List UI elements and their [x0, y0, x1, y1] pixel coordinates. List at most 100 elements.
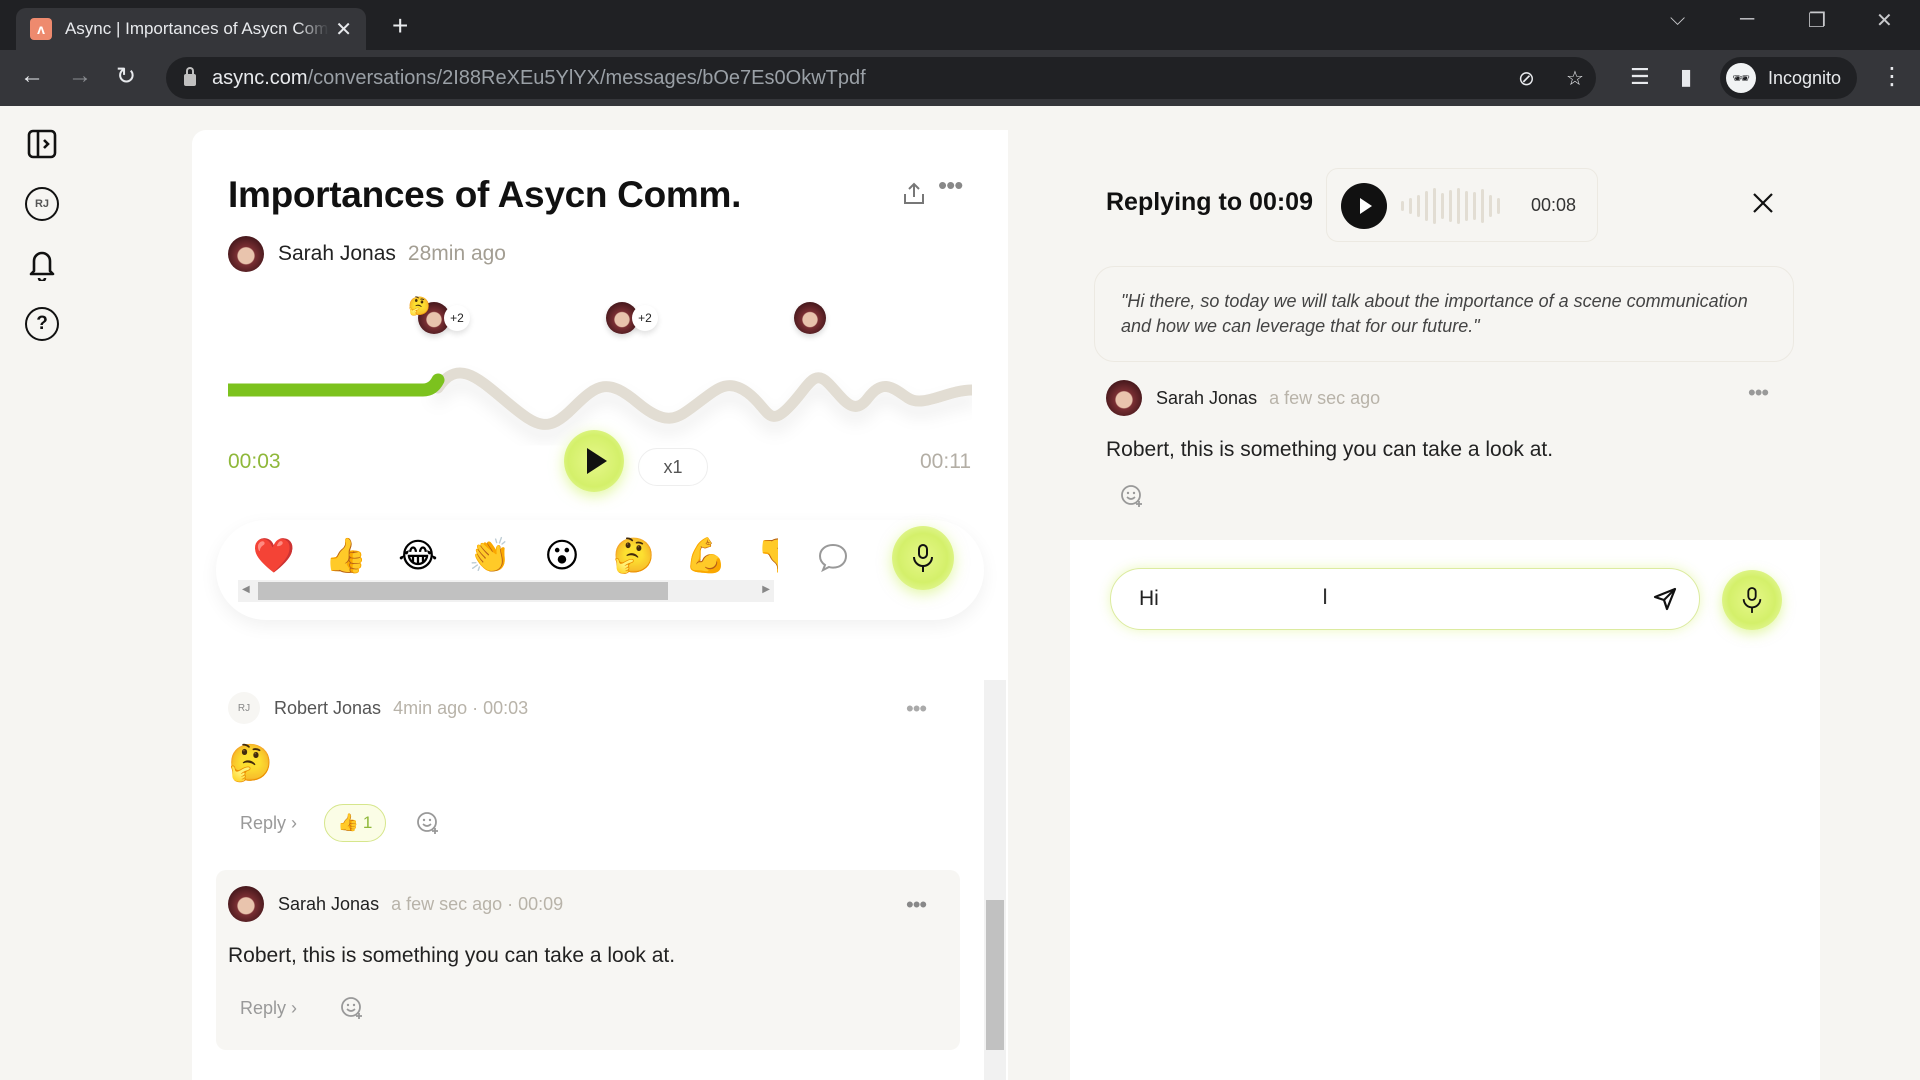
waveform-progress [228, 373, 445, 397]
flexed-arm-emoji-button[interactable]: 💪 [670, 532, 742, 580]
scrollbar-thumb[interactable] [258, 582, 668, 600]
waveform-bar [1465, 191, 1468, 221]
marker-avatar [794, 302, 826, 334]
sidebar-help-button[interactable]: ? [24, 306, 60, 342]
comment-text: Robert, this is something you can take a… [1106, 438, 1554, 461]
microphone-icon [1742, 587, 1762, 613]
new-tab-button[interactable]: + [392, 10, 408, 42]
clip-play-button[interactable] [1341, 183, 1387, 229]
url-host: async.com [212, 66, 308, 89]
close-window-icon[interactable]: ✕ [1876, 8, 1893, 33]
laughing-emoji-button[interactable]: 😂 [382, 532, 454, 580]
back-icon[interactable]: ← [20, 62, 44, 90]
total-time: 00:11 [920, 450, 971, 473]
thumbs-up-emoji-button[interactable]: 👍 [310, 532, 382, 580]
emoji-strip: ❤️ 👍 😂 👏 😮 🤔 💪 👎 [238, 532, 778, 580]
conversation-more-icon[interactable]: ••• [938, 172, 963, 198]
comment-author: Robert Jonas [274, 697, 382, 718]
media-icon[interactable]: ☰ [1630, 64, 1650, 90]
minimize-icon[interactable]: ─ [1740, 8, 1754, 31]
message-input[interactable] [1139, 587, 1651, 611]
compose-area: I [1070, 540, 1820, 1080]
restore-icon[interactable]: ❐ [1808, 8, 1826, 33]
send-icon[interactable] [1651, 585, 1679, 613]
comment-icon[interactable] [816, 540, 850, 574]
comment-more-icon[interactable]: ••• [906, 894, 927, 916]
waveform-remaining [432, 367, 972, 430]
reply-title: Replying to 00:09 [1106, 188, 1313, 216]
waveform-bar [1433, 188, 1436, 224]
emoji-horizontal-scrollbar[interactable]: ◀ ▶ [238, 580, 774, 602]
comment-thread: RJ Robert Jonas 4min ago · 00:03 ••• 🤔 R… [192, 670, 972, 1080]
sidebar-notifications-button[interactable] [24, 246, 60, 282]
add-reaction-icon[interactable] [416, 811, 440, 835]
thumbs-up-icon: 👍 [337, 813, 359, 832]
comment-emoji: 🤔 [228, 742, 273, 783]
thinking-emoji-button[interactable]: 🤔 [598, 532, 670, 580]
browser-tab-active[interactable]: ʌ Async | Importances of Asycn Comm. ✕ [16, 8, 366, 50]
profile-avatar: RJ [25, 187, 59, 221]
scroll-left-icon[interactable]: ◀ [242, 584, 250, 595]
comment-more-icon[interactable]: ••• [906, 698, 927, 720]
timeline-marker[interactable]: +2 [606, 302, 658, 334]
help-icon: ? [25, 307, 59, 341]
play-button[interactable] [564, 430, 624, 492]
clip-player: 00:08 [1326, 168, 1598, 242]
incognito-badge[interactable]: 🕶 Incognito [1720, 57, 1858, 99]
comment-author: Sarah Jonas [278, 893, 380, 914]
comment-header: RJ Robert Jonas 4min ago · 00:03 [228, 692, 528, 724]
waveform-bar [1489, 195, 1492, 217]
record-reply-button[interactable] [1722, 570, 1782, 630]
transcript-quote: "Hi there, so today we will talk about t… [1094, 266, 1794, 362]
conversation-author: Sarah Jonas 28min ago [228, 236, 506, 272]
message-input-container[interactable] [1110, 568, 1700, 630]
reply-button[interactable]: Reply › [240, 998, 297, 1019]
comment-author: Sarah Jonas [1156, 387, 1258, 408]
browser-menu-icon[interactable]: ⋮ [1880, 62, 1904, 91]
close-icon[interactable] [1750, 190, 1776, 216]
waveform-bar [1441, 193, 1444, 219]
scrollbar-thumb[interactable] [986, 900, 1004, 1050]
clapping-emoji-button[interactable]: 👏 [454, 532, 526, 580]
comment-meta: a few sec ago · 00:09 [391, 893, 564, 914]
thread-vertical-scrollbar[interactable] [984, 680, 1006, 1080]
reply-panel: Replying to 00:09 00:08 "Hi there, so to… [1010, 130, 1820, 1080]
comment-text: Robert, this is something you can take a… [228, 944, 676, 967]
reaction-pill[interactable]: 👍 1 [324, 804, 386, 842]
reply-button[interactable]: Reply › [240, 813, 297, 834]
lock-icon [184, 67, 196, 86]
reload-icon[interactable]: ↻ [116, 62, 136, 91]
sidebar-profile-button[interactable]: RJ [24, 186, 60, 222]
avatar: RJ [228, 692, 260, 724]
star-icon[interactable]: ☆ [1566, 66, 1584, 91]
surprised-emoji-button[interactable]: 😮 [526, 532, 598, 580]
tab-search-icon[interactable]: ⌵ [1670, 8, 1685, 31]
scroll-right-icon[interactable]: ▶ [762, 584, 770, 595]
avatar [228, 236, 264, 272]
waveform-bar [1473, 192, 1476, 220]
thumbs-down-emoji-button[interactable]: 👎 [742, 532, 778, 580]
reaction-bar: ❤️ 👍 😂 👏 😮 🤔 💪 👎 ◀ ▶ [216, 520, 984, 620]
add-reaction-icon[interactable] [1120, 484, 1144, 508]
comment-more-icon[interactable]: ••• [1748, 382, 1769, 404]
add-reaction-icon[interactable] [340, 996, 364, 1020]
eye-off-icon[interactable]: ⊘ [1518, 66, 1535, 91]
heart-emoji-button[interactable]: ❤️ [238, 532, 310, 580]
comment-meta: 4min ago · 00:03 [393, 697, 529, 718]
forward-icon[interactable]: → [68, 62, 92, 90]
address-bar[interactable]: async.com/conversations/2I88ReXEu5YlYX/m… [166, 57, 1596, 99]
speed-button[interactable]: x1 [638, 448, 708, 486]
record-voice-button[interactable] [892, 526, 954, 590]
waveform-bar [1481, 189, 1484, 223]
sidebar-toggle-button[interactable] [24, 126, 60, 162]
reply-comment-header: Sarah Jonas a few sec ago [1106, 380, 1380, 416]
tab-close-icon[interactable]: ✕ [335, 17, 352, 42]
tab-title: Async | Importances of Asycn Comm. [64, 19, 330, 38]
timeline-marker[interactable] [794, 302, 826, 334]
timeline-marker[interactable]: +2 🤔 [408, 296, 470, 334]
share-icon[interactable] [900, 180, 928, 208]
url-path: /conversations/2I88ReXEu5YlYX/messages/b… [307, 66, 866, 89]
url-text[interactable]: async.com/conversations/2I88ReXEu5YlYX/m… [212, 67, 866, 90]
sidepanel-icon[interactable]: ▮ [1680, 64, 1692, 90]
waveform-bar [1409, 198, 1412, 214]
